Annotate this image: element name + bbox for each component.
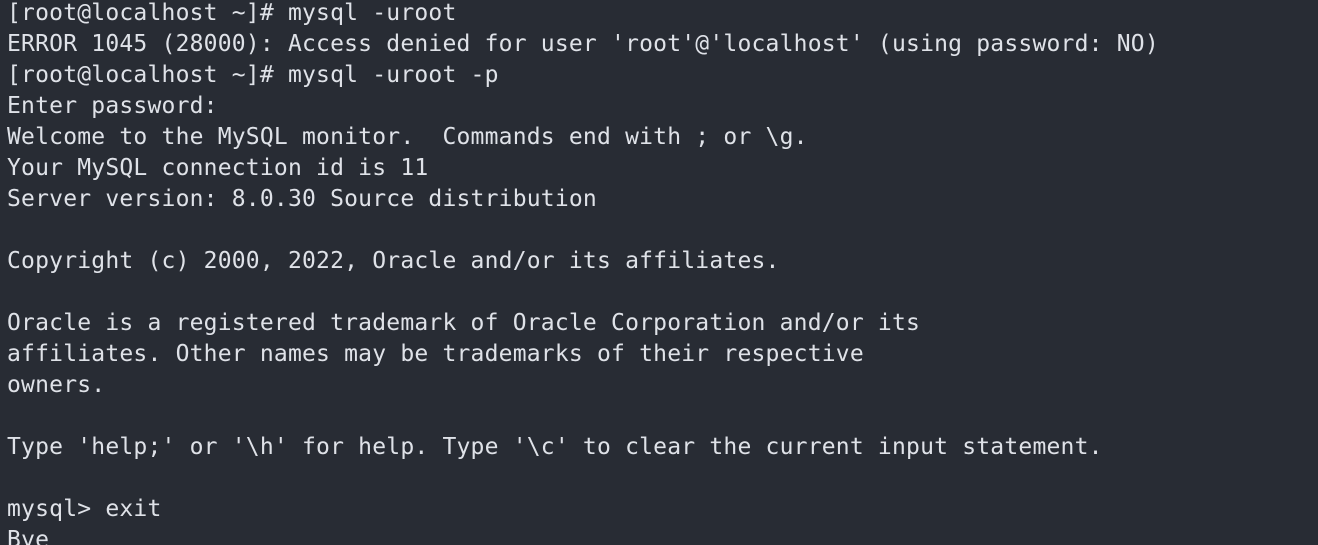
output-line: owners. <box>7 372 106 398</box>
error-line: ERROR 1045 (28000): Access denied for us… <box>7 31 1159 57</box>
prompt-line: [root@localhost ~]# mysql -uroot <box>7 0 457 26</box>
output-line: Server version: 8.0.30 Source distributi… <box>7 186 597 212</box>
terminal-window[interactable]: [root@localhost ~]# mysql -uroot ERROR 1… <box>0 0 1318 545</box>
mysql-prompt-line: mysql> exit <box>7 496 162 522</box>
output-line: Copyright (c) 2000, 2022, Oracle and/or … <box>7 248 780 274</box>
output-line: Your MySQL connection id is 11 <box>7 155 429 181</box>
output-line: affiliates. Other names may be trademark… <box>7 341 864 367</box>
password-prompt-line: Enter password: <box>7 93 218 119</box>
prompt-line: [root@localhost ~]# mysql -uroot -p <box>7 62 499 88</box>
output-line: Bye <box>7 527 50 545</box>
output-line: Welcome to the MySQL monitor. Commands e… <box>7 124 808 150</box>
terminal-output: [root@localhost ~]# mysql -uroot ERROR 1… <box>7 0 1318 545</box>
output-line: Oracle is a registered trademark of Orac… <box>7 310 921 336</box>
output-line: Type 'help;' or '\h' for help. Type '\c'… <box>7 434 1103 460</box>
